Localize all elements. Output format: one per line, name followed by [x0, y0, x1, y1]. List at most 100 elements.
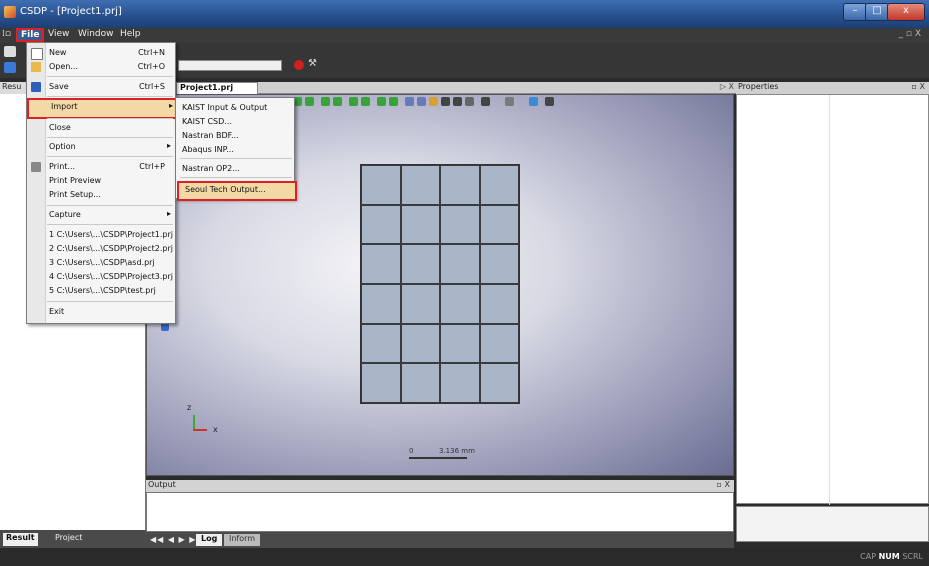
minimize-button[interactable]: – — [843, 3, 867, 21]
mdi-controls[interactable]: _ ▫ X — [899, 29, 922, 39]
zoom-window-icon[interactable] — [465, 97, 474, 106]
close-button[interactable]: x — [887, 3, 925, 21]
app-icon — [4, 6, 16, 18]
view-left-icon[interactable] — [321, 97, 330, 106]
mesh-element[interactable] — [479, 363, 519, 403]
run-icon[interactable] — [4, 62, 16, 73]
render-icon[interactable] — [529, 97, 538, 106]
menu-separator — [180, 158, 292, 159]
menu-window[interactable]: Window — [78, 29, 114, 39]
menu-item-close[interactable]: Close — [27, 121, 175, 135]
menu-item-capture[interactable]: Capture ▸ — [27, 208, 175, 222]
properties-controls[interactable]: ▫ X — [912, 82, 925, 91]
mesh-element[interactable] — [361, 204, 401, 245]
mesh-element[interactable] — [400, 204, 440, 245]
mesh-element[interactable] — [361, 363, 401, 403]
mesh-element[interactable] — [440, 165, 480, 205]
mesh-element[interactable] — [440, 244, 480, 284]
fe-mesh[interactable] — [360, 164, 520, 404]
menu-item-recent-1[interactable]: 1 C:\Users\...\CSDP\Project1.prj — [27, 228, 175, 242]
menu-item-print-preview[interactable]: Print Preview — [27, 174, 175, 188]
wrench-icon[interactable]: ⚒ — [308, 58, 322, 70]
menu-item-new[interactable]: New Ctrl+N — [27, 46, 175, 60]
view-iso-icon[interactable] — [377, 97, 386, 106]
submenu-item-nastran-bdf[interactable]: Nastran BDF... — [176, 129, 294, 142]
menu-item-option[interactable]: Option ▸ — [27, 140, 175, 154]
tab-result[interactable]: Result — [3, 533, 38, 546]
view-top-icon[interactable] — [349, 97, 358, 106]
zoom-in-icon[interactable] — [441, 97, 450, 106]
mesh-element[interactable] — [479, 244, 519, 284]
menu-separator — [47, 224, 173, 225]
output-pane[interactable] — [146, 492, 734, 532]
menu-item-exit[interactable]: Exit — [27, 305, 175, 319]
submenu-item-kaist-csd[interactable]: KAIST CSD... — [176, 115, 294, 128]
properties-grid[interactable] — [736, 94, 929, 505]
view-iso2-icon[interactable] — [389, 97, 398, 106]
view-back-icon[interactable] — [305, 97, 314, 106]
document-controls[interactable]: ▷ X — [696, 82, 734, 94]
menu-item-print-setup[interactable]: Print Setup... — [27, 188, 175, 202]
mesh-element[interactable] — [479, 323, 519, 364]
mesh-element[interactable] — [479, 284, 519, 324]
mesh-element[interactable] — [361, 323, 401, 364]
mesh-element[interactable] — [400, 323, 440, 364]
file-menu: New Ctrl+N Open... Ctrl+O Save Ctrl+S Im… — [26, 42, 179, 324]
mesh-element[interactable] — [361, 284, 401, 324]
menu-item-import[interactable]: Import ▸ — [27, 98, 179, 119]
tab-inform[interactable]: Inform — [224, 534, 261, 546]
pan-icon[interactable] — [429, 97, 438, 106]
submenu-item-abaqus-inp[interactable]: Abaqus INP... — [176, 143, 294, 156]
fit-icon[interactable] — [417, 97, 426, 106]
submenu-item-kaist-io[interactable]: KAIST Input & Output — [176, 101, 294, 114]
mesh-icon[interactable] — [481, 97, 490, 106]
mesh-element[interactable] — [361, 165, 401, 205]
menu-item-recent-4[interactable]: 4 C:\Users\...\CSDP\Project3.prj — [27, 270, 175, 284]
x-axis-arrow — [193, 429, 207, 431]
zoom-out-icon[interactable] — [453, 97, 462, 106]
axis-label-z: z — [187, 403, 192, 412]
mesh-element[interactable] — [400, 165, 440, 205]
status-num: NUM — [878, 552, 900, 561]
tab-log[interactable]: Log — [196, 534, 223, 546]
submenu-item-seoul-tech-output[interactable]: Seoul Tech Output... — [177, 181, 297, 201]
mesh-element[interactable] — [361, 244, 401, 284]
menu-help[interactable]: Help — [120, 29, 141, 39]
submenu-item-nastran-op2[interactable]: Nastran OP2... — [176, 162, 294, 175]
menu-item-save[interactable]: Save Ctrl+S — [27, 80, 175, 94]
mesh-element[interactable] — [479, 204, 519, 245]
left-panel-tabs: Result Project — [0, 530, 146, 548]
rotate-icon[interactable] — [405, 97, 414, 106]
new-icon[interactable] — [4, 46, 16, 57]
status-scrl: SCRL — [902, 552, 923, 561]
mesh-element[interactable] — [440, 323, 480, 364]
output-controls[interactable]: ▫ X — [717, 480, 730, 489]
menu-item-open[interactable]: Open... Ctrl+O — [27, 60, 175, 74]
menu-item-recent-2[interactable]: 2 C:\Users\...\CSDP\Project2.prj — [27, 242, 175, 256]
menu-file[interactable]: File — [16, 28, 45, 42]
menu-item-recent-5[interactable]: 5 C:\Users\...\CSDP\test.prj — [27, 284, 175, 298]
mesh-element[interactable] — [440, 204, 480, 245]
menu-view[interactable]: View — [48, 29, 69, 39]
mesh-element[interactable] — [400, 284, 440, 324]
view-right-icon[interactable] — [333, 97, 342, 106]
mesh-element[interactable] — [400, 244, 440, 284]
mesh-element[interactable] — [440, 363, 480, 403]
mesh-element[interactable] — [479, 165, 519, 205]
menu-separator — [47, 205, 173, 206]
tab-project[interactable]: Project — [52, 533, 85, 546]
menu-item-recent-3[interactable]: 3 C:\Users\...\CSDP\asd.prj — [27, 256, 175, 270]
properties-divider[interactable] — [829, 95, 830, 505]
toolbar-combo[interactable] — [178, 60, 282, 71]
mesh-element[interactable] — [440, 284, 480, 324]
view-bottom-icon[interactable] — [361, 97, 370, 106]
measure-icon[interactable] — [505, 97, 514, 106]
window-title: CSDP - [Project1.prj] — [20, 6, 122, 17]
maximize-button[interactable]: □ — [865, 3, 889, 21]
record-icon[interactable] — [294, 60, 304, 70]
properties-title: Properties — [738, 82, 779, 91]
menu-item-print[interactable]: Print... Ctrl+P — [27, 160, 175, 174]
select-icon[interactable] — [545, 97, 554, 106]
mesh-element[interactable] — [400, 363, 440, 403]
status-bar: CAP NUM SCRL — [0, 548, 929, 566]
